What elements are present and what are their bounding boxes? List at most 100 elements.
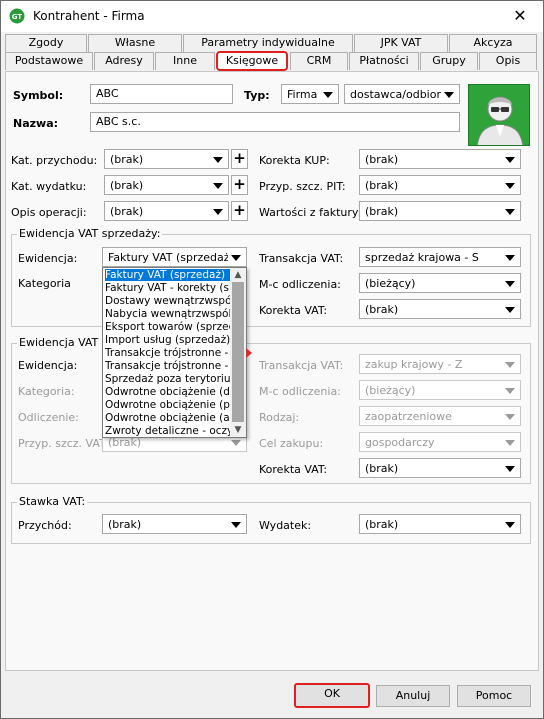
dropdown-option[interactable]: Odwrotne obciążenie (art. 17) [105, 412, 230, 424]
dropdown-option[interactable]: Faktury VAT (sprzedaż) [105, 269, 230, 281]
tab-zgody[interactable]: Zgody [5, 34, 87, 52]
korekta-zakupu-label: Korekta VAT: [259, 463, 328, 476]
dropdown-option[interactable]: Faktury VAT - korekty (sprzedaż) [105, 282, 230, 294]
korekta-sprzedazy-select[interactable]: (brak) [359, 299, 521, 319]
dropdown-option[interactable]: Zwroty detaliczne - oczywiste [105, 425, 230, 437]
dropdown-option[interactable]: Transakcje trójstronne - nabycia [105, 360, 230, 372]
tab-wlasne[interactable]: Własne [88, 34, 182, 52]
kategoria-zakupu-label: Kategoria: [18, 385, 75, 398]
tab-ksiegowe[interactable]: Księgowe [216, 51, 288, 71]
tab-platnosci[interactable]: Płatności [349, 52, 419, 70]
chevron-down-icon [505, 466, 515, 472]
typ-value: Firma [287, 88, 318, 101]
tab-adresy[interactable]: Adresy [94, 52, 154, 70]
cancel-button[interactable]: Anuluj [376, 685, 450, 707]
przychod-select[interactable]: (brak) [102, 514, 247, 534]
scroll-up-icon[interactable]: ▲ [233, 270, 243, 280]
cel-zakupu-label: Cel zakupu: [259, 437, 324, 450]
nazwa-field[interactable]: ABC s.c. [90, 112, 460, 132]
mc-zakupu-label: M-c odliczenia: [259, 385, 341, 398]
odliczenie-label: Odliczenie: [18, 411, 79, 424]
dropdown-option[interactable]: Dostawy wewnątrzwspólnotowe [105, 295, 230, 307]
chevron-down-icon [231, 440, 241, 446]
scroll-thumb[interactable] [232, 282, 244, 422]
close-button[interactable]: ✕ [497, 1, 543, 32]
chevron-down-icon [505, 414, 515, 420]
dropdown-option[interactable]: Transakcje trójstronne - dostawy [105, 347, 230, 359]
chevron-down-icon [444, 92, 454, 98]
typ-label: Typ: [244, 89, 270, 102]
tab-podstawowe[interactable]: Podstawowe [5, 52, 93, 70]
korekta-sprzedazy-label: Korekta VAT: [259, 304, 328, 317]
dropdown-option[interactable]: Sprzedaż poza terytorium kraju [105, 373, 230, 385]
opis-operacji-select[interactable]: (brak) [104, 201, 229, 221]
tab-grupy[interactable]: Grupy [420, 52, 478, 70]
ewidencja-sprzedazy-select[interactable]: Faktury VAT (sprzedaż) [102, 247, 247, 267]
scroll-down-icon[interactable]: ▼ [233, 425, 243, 435]
svg-text:GT: GT [12, 13, 23, 21]
dropdown-option[interactable]: Odwrotne obciążenie (dostawy) [105, 386, 230, 398]
kat-wydatku-label: Kat. wydatku: [11, 180, 87, 193]
typ2-value: dostawca/odbiorca [350, 88, 441, 101]
kat-przychodu-select[interactable]: (brak) [104, 149, 229, 169]
wartosci-select[interactable]: (brak) [359, 201, 521, 221]
ok-button[interactable]: OK [294, 683, 370, 708]
window-title: Kontrahent - Firma [33, 9, 145, 23]
dropdown-option[interactable]: Odwrotne obciążenie (podatnik) [105, 399, 230, 411]
wydatek-select[interactable]: (brak) [359, 514, 521, 534]
chevron-down-icon [323, 92, 333, 98]
chevron-down-icon [505, 522, 515, 528]
kategoria-sprzedazy-label: Kategoria [18, 277, 71, 290]
ewidencja-dropdown-list[interactable]: Faktury VAT (sprzedaż) Faktury VAT - kor… [102, 267, 247, 438]
ewidencja-zakupu-label: Ewidencja: [18, 359, 78, 372]
tab-parametry[interactable]: Parametry indywidualne [183, 34, 353, 52]
transakcja-sprzedazy-label: Transakcja VAT: [259, 252, 344, 265]
add-opis-operacji-button[interactable]: + [231, 201, 248, 221]
chevron-down-icon [505, 183, 515, 189]
help-button[interactable]: Pomoc [457, 685, 531, 707]
przychod-label: Przychód: [18, 519, 72, 532]
tab-akcyza[interactable]: Akcyza [449, 34, 537, 52]
chevron-down-icon [213, 183, 223, 189]
nazwa-label: Nazwa: [13, 117, 59, 130]
rodzaj-select[interactable]: zaopatrzeniowe [359, 406, 521, 426]
dropdown-option[interactable]: Nabycia wewnątrzwspólnotowe [105, 308, 230, 320]
add-kat-przychodu-button[interactable]: + [231, 149, 248, 169]
chevron-down-icon [505, 388, 515, 394]
transakcja-zakupu-label: Transakcja VAT: [259, 359, 344, 372]
add-kat-wydatku-button[interactable]: + [231, 175, 248, 195]
tab-opis[interactable]: Opis [479, 52, 537, 70]
dropdown-option[interactable]: Import usług (sprzedaż) [105, 334, 230, 346]
person-icon [469, 85, 529, 145]
transakcja-sprzedazy-select[interactable]: sprzedaż krajowa - S [359, 247, 521, 267]
app-logo-icon: GT [9, 8, 25, 24]
tab-crm[interactable]: CRM [290, 52, 348, 70]
chevron-down-icon [213, 209, 223, 215]
transakcja-zakupu-select[interactable]: zakup krajowy - Z [359, 354, 521, 374]
przyp-pit-select[interactable]: (brak) [359, 175, 521, 195]
mc-zakupu-select[interactable]: (bieżący) [359, 380, 521, 400]
dropdown-scrollbar[interactable]: ▲ ▼ [230, 268, 246, 437]
kat-przychodu-label: Kat. przychodu: [11, 154, 98, 167]
korekta-zakupu-select[interactable]: (brak) [359, 458, 521, 478]
korekta-kup-select[interactable]: (brak) [359, 149, 521, 169]
typ2-select[interactable]: dostawca/odbiorca [344, 84, 460, 104]
tab-inne[interactable]: Inne [155, 52, 215, 70]
avatar[interactable] [468, 84, 530, 146]
mc-sprzedazy-label: M-c odliczenia: [259, 278, 341, 291]
chevron-down-icon [505, 307, 515, 313]
mc-sprzedazy-select[interactable]: (bieżący) [359, 273, 521, 293]
chevron-down-icon [231, 255, 241, 261]
tab-jpk-vat[interactable]: JPK VAT [354, 34, 448, 52]
kat-wydatku-select[interactable]: (brak) [104, 175, 229, 195]
plus-icon: + [233, 149, 246, 167]
typ-select[interactable]: Firma [281, 84, 339, 104]
ewidencja-sprzedazy-label: Ewidencja: [18, 252, 78, 265]
dropdown-option[interactable]: Eksport towarów (sprzedaż) [105, 321, 230, 333]
chevron-down-icon [231, 522, 241, 528]
cel-zakupu-select[interactable]: gospodarczy [359, 432, 521, 452]
chevron-down-icon [505, 362, 515, 368]
chevron-down-icon [505, 157, 515, 163]
wartosci-label: Wartości z faktury: [259, 206, 362, 219]
symbol-field[interactable]: ABC [90, 84, 233, 104]
